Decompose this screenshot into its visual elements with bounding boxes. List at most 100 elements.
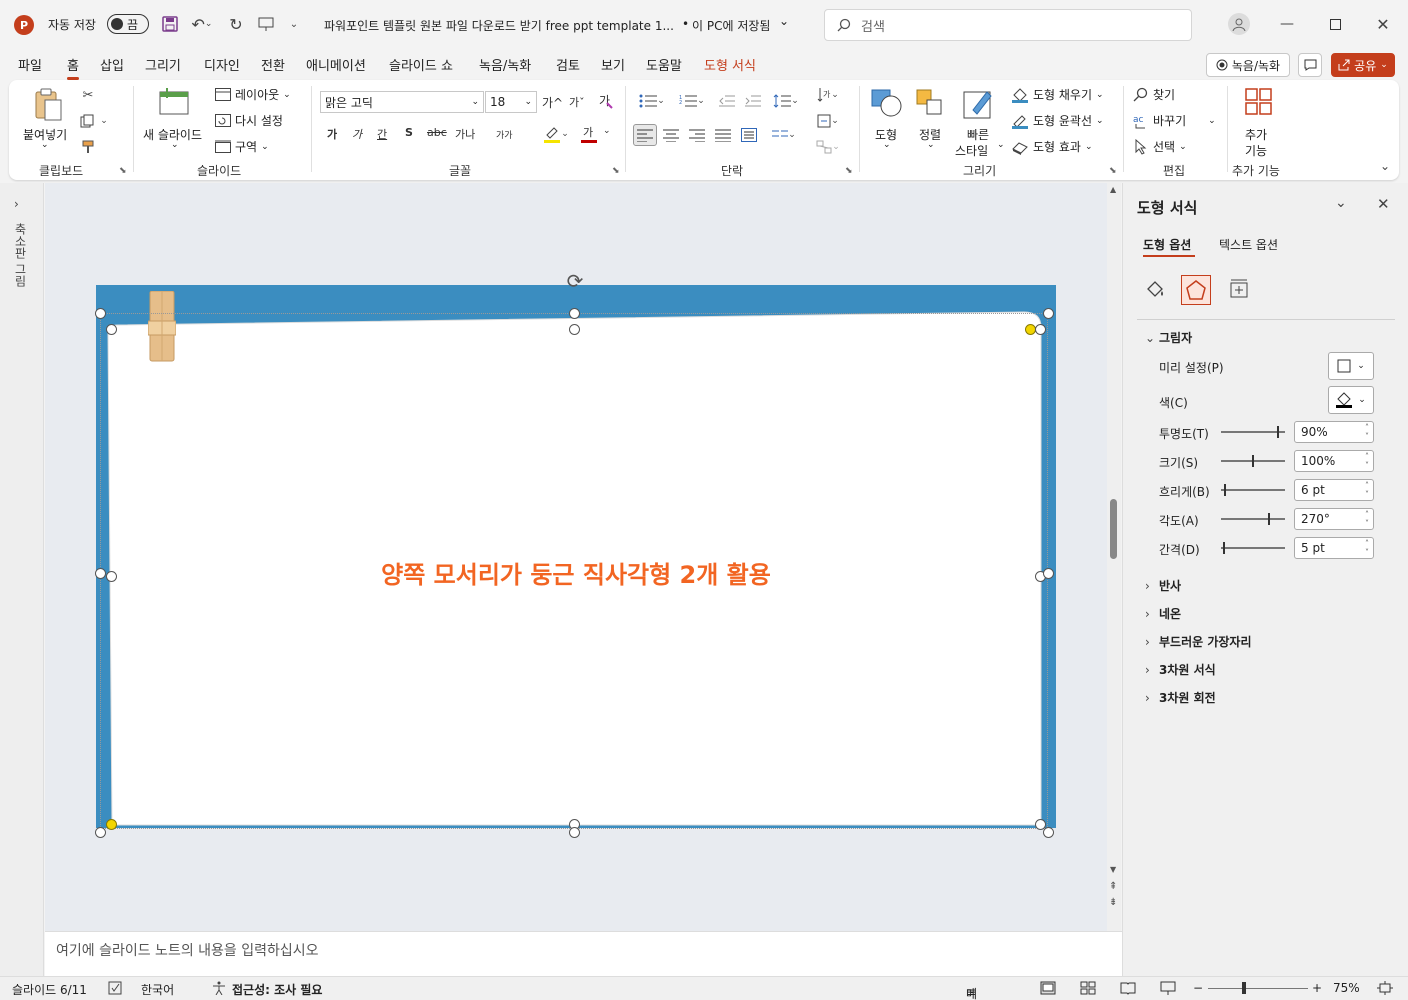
dialog-launcher-icon[interactable]: ⬊ — [1109, 166, 1117, 176]
layout-button[interactable]: 레이아웃 ⌄ — [215, 86, 291, 103]
size-properties-icon[interactable] — [1225, 275, 1253, 303]
bullets-icon[interactable]: ⌄ — [635, 92, 669, 110]
close-icon[interactable]: ✕ — [1377, 195, 1390, 213]
find-button[interactable]: 찾기 — [1133, 86, 1175, 103]
align-center-icon[interactable] — [661, 126, 681, 144]
resize-handle[interactable] — [569, 324, 580, 335]
thumbnails-label[interactable]: 축소판 그림 — [12, 223, 29, 287]
size-slider[interactable] — [1221, 455, 1285, 467]
save-location[interactable]: 이 PC에 저장됨 — [692, 17, 770, 34]
notes-pane[interactable]: 여기에 슬라이드 노트의 내용을 입력하십시오 — [45, 931, 1122, 976]
close-icon[interactable]: ✕ — [1373, 14, 1393, 34]
shrink-font-icon[interactable]: 가ˇ — [569, 94, 585, 110]
slideshow-view-icon[interactable] — [1160, 981, 1176, 995]
new-slide-button[interactable]: 새 슬라이드 ⌄ — [141, 86, 209, 156]
3d-format-section-header[interactable]: › 3차원 서식 — [1145, 661, 1216, 678]
resize-handle[interactable] — [1043, 568, 1054, 579]
align-left-button[interactable] — [633, 124, 657, 146]
transparency-slider[interactable] — [1221, 426, 1285, 438]
previous-slide-icon[interactable]: ⇞ — [1109, 881, 1117, 892]
tab-shape-options[interactable]: 도형 옵션 — [1143, 236, 1191, 253]
reflection-section-header[interactable]: › 반사 — [1145, 577, 1181, 594]
dialog-launcher-icon[interactable]: ⬊ — [612, 166, 620, 176]
effects-icon[interactable] — [1181, 275, 1211, 305]
slider-thumb[interactable] — [1224, 484, 1226, 496]
dialog-launcher-icon[interactable]: ⬊ — [845, 166, 853, 176]
underline-button[interactable]: 간 — [377, 126, 387, 142]
shapes-button[interactable]: 도형 ⌄ — [867, 86, 907, 156]
size-input[interactable]: 100% ˄ ˅ — [1294, 450, 1374, 472]
line-spacing-icon[interactable]: ⌄ — [769, 92, 803, 110]
pane-options-chevron-icon[interactable]: ⌄ — [1335, 195, 1347, 211]
spelling-check-icon[interactable] — [108, 981, 122, 995]
spinner-arrows-icon[interactable]: ˄ ˅ — [1365, 510, 1369, 528]
distributed-icon[interactable] — [739, 126, 759, 144]
resize-handle[interactable] — [1043, 308, 1054, 319]
tab-transitions[interactable]: 전환 — [261, 55, 285, 74]
shadow-preset-dropdown[interactable]: ⌄ — [1328, 352, 1374, 380]
arrange-button[interactable]: 정렬 ⌄ — [911, 86, 951, 156]
shadow-text-button[interactable]: S — [405, 126, 413, 139]
adjust-handle[interactable] — [106, 819, 117, 830]
cut-icon[interactable]: ✂ — [79, 86, 97, 104]
start-slideshow-icon[interactable] — [256, 14, 276, 34]
smartart-icon[interactable]: ⌄ — [813, 138, 843, 156]
tab-animations[interactable]: 애니메이션 — [306, 55, 366, 74]
resize-handle[interactable] — [106, 571, 117, 582]
blur-slider[interactable] — [1221, 484, 1285, 496]
redo-icon[interactable]: ↻ — [226, 14, 246, 34]
undo-icon[interactable]: ↶ ⌄ — [188, 14, 216, 34]
minimize-icon[interactable]: — — [1277, 14, 1297, 34]
scroll-up-icon[interactable]: ▲ — [1110, 185, 1116, 194]
resize-handle[interactable] — [1043, 827, 1054, 838]
tab-draw[interactable]: 그리기 — [145, 55, 181, 74]
soft-edges-section-header[interactable]: › 부드러운 가장자리 — [1145, 633, 1252, 650]
tab-shape-format[interactable]: 도형 서식 — [704, 55, 756, 74]
font-color-button[interactable]: 가 ⌄ — [581, 124, 615, 146]
reset-button[interactable]: 다시 설정 — [215, 112, 283, 129]
shape-effects-button[interactable]: 도형 효과 ⌄ — [1011, 138, 1093, 155]
shape-fill-button[interactable]: 도형 채우기 ⌄ — [1011, 86, 1104, 103]
language-indicator[interactable]: 한국어 — [141, 981, 174, 998]
tab-review[interactable]: 검토 — [556, 55, 580, 74]
tab-slideshow[interactable]: 슬라이드 쇼 — [389, 55, 453, 74]
slider-thumb[interactable] — [1223, 542, 1225, 554]
slider-thumb[interactable] — [1252, 455, 1254, 467]
customize-qat-icon[interactable]: ⌄ — [286, 14, 302, 34]
section-button[interactable]: 구역 ⌄ — [215, 138, 269, 155]
reading-view-icon[interactable] — [1120, 981, 1136, 995]
shape-outline-button[interactable]: 도형 윤곽선 ⌄ — [1011, 112, 1104, 129]
zoom-level[interactable]: 75% — [1333, 981, 1360, 995]
clear-formatting-icon[interactable]: 가 — [596, 92, 616, 110]
expand-icon[interactable]: › — [14, 197, 19, 211]
spinner-arrows-icon[interactable]: ˄ ˅ — [1365, 423, 1369, 441]
angle-input[interactable]: 270° ˄ ˅ — [1294, 508, 1374, 530]
fill-line-icon[interactable] — [1141, 275, 1169, 303]
grow-font-icon[interactable]: 가^ — [542, 94, 563, 111]
strikethrough-icon[interactable]: abc — [427, 126, 447, 139]
fit-to-window-icon[interactable] — [1377, 981, 1393, 995]
numbering-icon[interactable]: 1 2 ⌄ — [675, 92, 709, 110]
transparency-input[interactable]: 90% ˄ ˅ — [1294, 421, 1374, 443]
distance-input[interactable]: 5 pt ˄ ˅ — [1294, 537, 1374, 559]
resize-handle[interactable] — [569, 827, 580, 838]
copy-icon[interactable]: ⌄ — [79, 112, 109, 130]
zoom-slider-thumb[interactable] — [1242, 982, 1246, 994]
angle-slider[interactable] — [1221, 513, 1285, 525]
paste-button[interactable]: 붙여넣기 ⌄ — [21, 86, 69, 156]
account-avatar-icon[interactable] — [1228, 13, 1250, 35]
shadow-section-header[interactable]: ⌄ 그림자 — [1145, 329, 1192, 346]
tab-home[interactable]: 홈 — [67, 55, 79, 80]
resize-handle[interactable] — [95, 827, 106, 838]
font-size-select[interactable]: 18 ⌄ — [485, 91, 537, 113]
share-button[interactable]: 공유 ⌄ — [1331, 53, 1395, 77]
bold-button[interactable]: 가 — [327, 126, 337, 142]
dialog-launcher-icon[interactable]: ⬊ — [119, 166, 127, 176]
select-button[interactable]: 선택 ⌄ — [1133, 138, 1187, 155]
scrollbar-thumb[interactable] — [1110, 499, 1117, 559]
spinner-arrows-icon[interactable]: ˄ ˅ — [1365, 452, 1369, 470]
next-slide-icon[interactable]: ⇟ — [1109, 897, 1117, 908]
shadow-color-dropdown[interactable]: ⌄ — [1328, 386, 1374, 414]
search-box[interactable]: 검색 — [824, 9, 1192, 41]
resize-handle[interactable] — [106, 324, 117, 335]
